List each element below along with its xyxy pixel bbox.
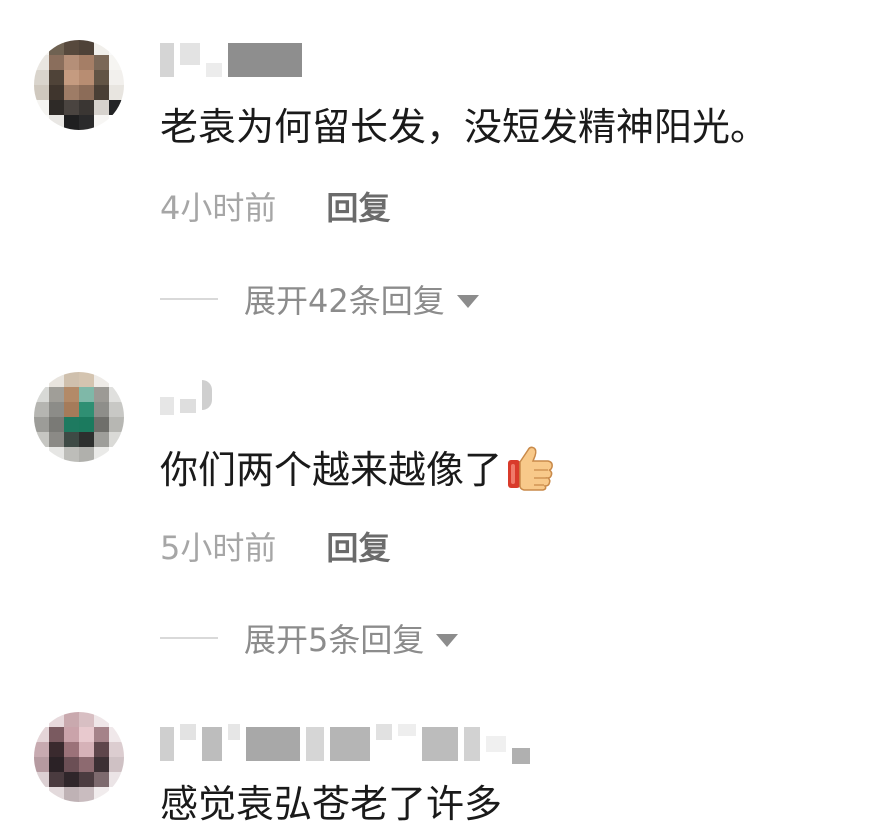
username-blurred[interactable] — [160, 375, 212, 415]
reply-button[interactable]: 回复 — [326, 528, 390, 568]
reply-button[interactable]: 回复 — [326, 188, 390, 228]
comment-text-content: 你们两个越来越像了 — [160, 448, 503, 492]
timestamp: 4小时前 — [160, 189, 277, 227]
comment-text: 感觉袁弘苍老了许多 — [160, 782, 503, 826]
expand-replies-button[interactable]: 展开42条回复 — [160, 276, 479, 322]
avatar[interactable] — [34, 372, 124, 462]
comment-text: 老袁为何留长发，没短发精神阳光。 — [160, 105, 769, 149]
expand-replies-label: 展开42条回复 — [244, 282, 445, 320]
divider-line — [160, 637, 218, 639]
expand-replies-button[interactable]: 展开5条回复 — [160, 615, 459, 661]
avatar[interactable] — [34, 40, 124, 130]
divider-line — [160, 298, 218, 300]
chevron-down-icon — [456, 294, 479, 308]
username-blurred[interactable] — [160, 724, 530, 764]
comment-text: 你们两个越来越像了 — [160, 442, 556, 503]
thumbs-up-icon — [506, 442, 556, 503]
comment-meta: 5小时前 回复 — [160, 528, 390, 568]
timestamp: 5小时前 — [160, 529, 277, 567]
avatar[interactable] — [34, 712, 124, 802]
chevron-down-icon — [436, 633, 459, 647]
expand-replies-label: 展开5条回复 — [244, 621, 425, 659]
comment-meta: 4小时前 回复 — [160, 188, 390, 228]
username-blurred[interactable] — [160, 40, 302, 80]
